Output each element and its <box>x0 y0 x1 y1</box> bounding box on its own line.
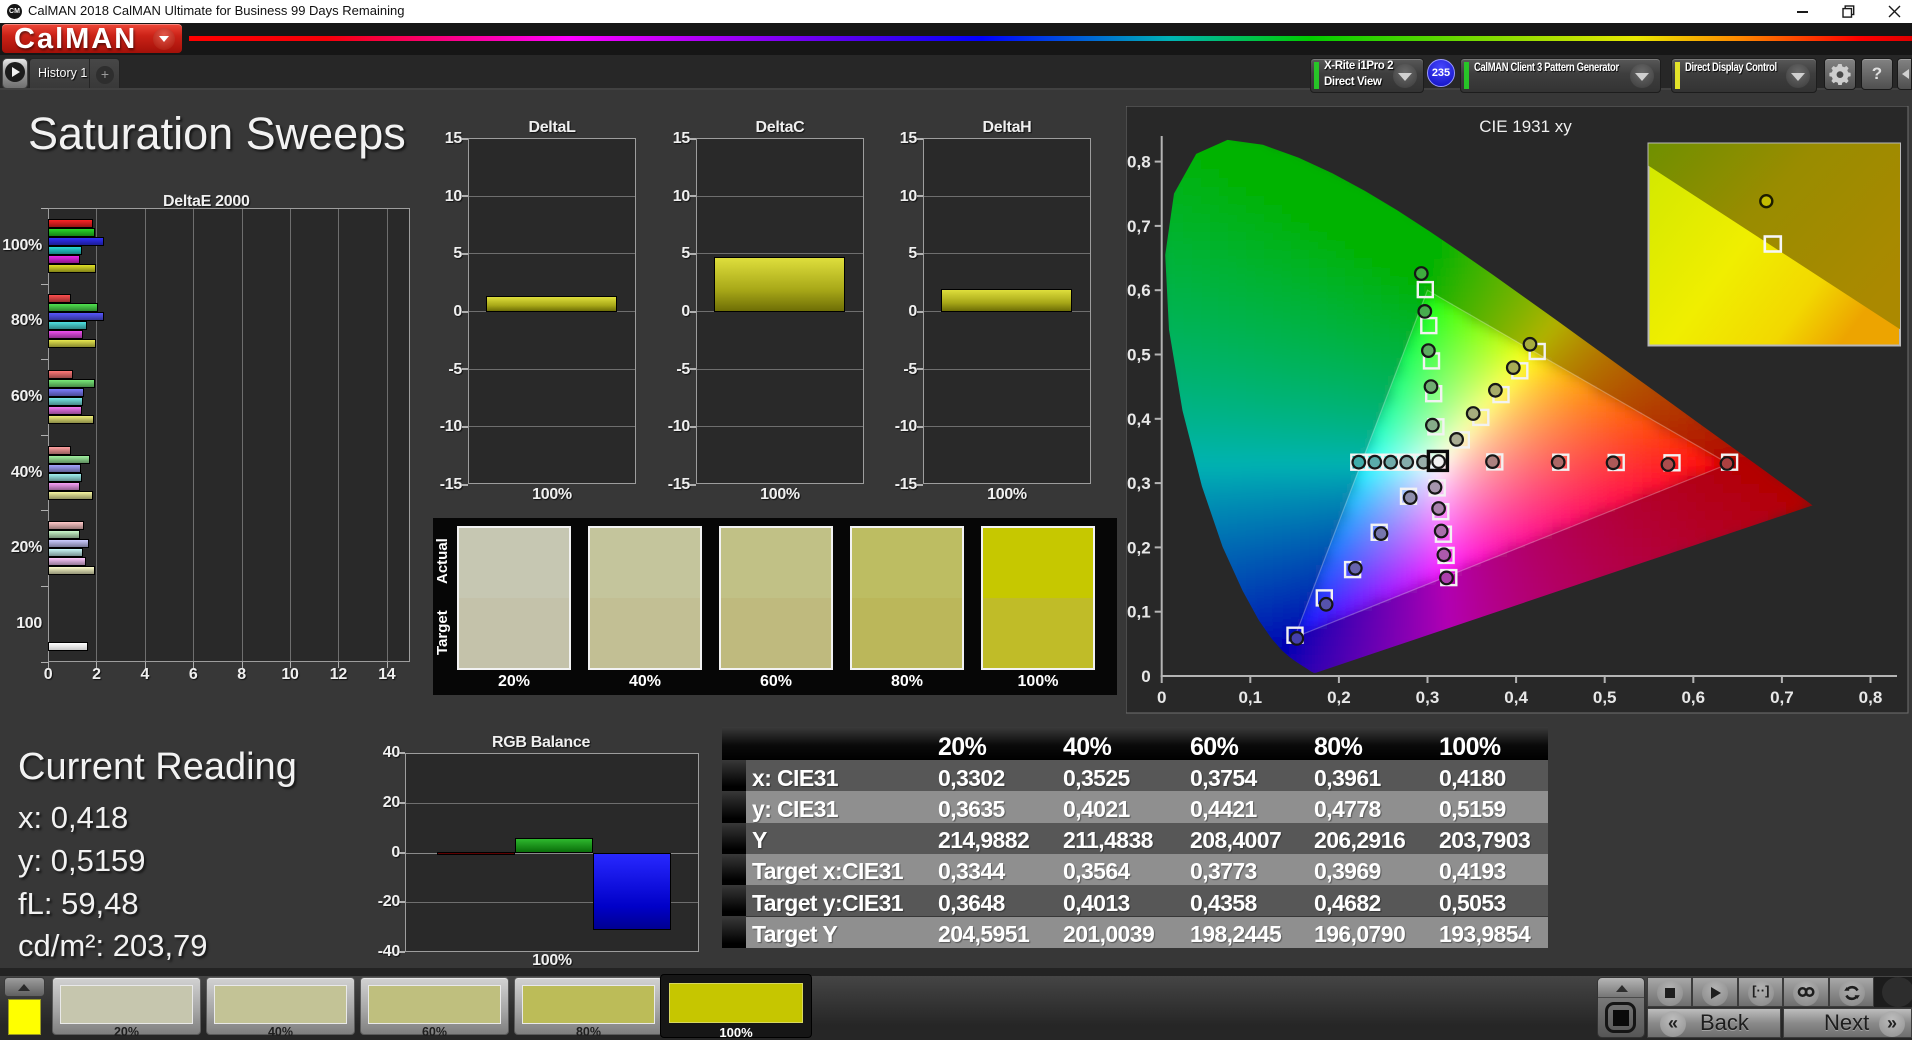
svg-text:0,8: 0,8 <box>1127 153 1151 172</box>
svg-text:0,7: 0,7 <box>1770 688 1794 707</box>
svg-text:0,2: 0,2 <box>1127 538 1151 557</box>
svg-text:0,4: 0,4 <box>1127 410 1151 429</box>
svg-text:0,4: 0,4 <box>1504 688 1528 707</box>
svg-text:0,8: 0,8 <box>1859 688 1883 707</box>
svg-text:0,3: 0,3 <box>1127 474 1151 493</box>
svg-text:0,5: 0,5 <box>1127 346 1151 365</box>
svg-text:0,1: 0,1 <box>1127 603 1151 622</box>
svg-text:0,6: 0,6 <box>1681 688 1705 707</box>
svg-text:0,2: 0,2 <box>1327 688 1351 707</box>
svg-text:0,3: 0,3 <box>1416 688 1440 707</box>
svg-text:0,7: 0,7 <box>1127 217 1151 236</box>
svg-text:0,6: 0,6 <box>1127 281 1151 300</box>
svg-text:0: 0 <box>1157 688 1166 707</box>
svg-text:0,5: 0,5 <box>1593 688 1617 707</box>
svg-text:0,1: 0,1 <box>1238 688 1262 707</box>
svg-text:CIE 1931 xy: CIE 1931 xy <box>1479 117 1572 136</box>
svg-text:0: 0 <box>1141 667 1150 686</box>
